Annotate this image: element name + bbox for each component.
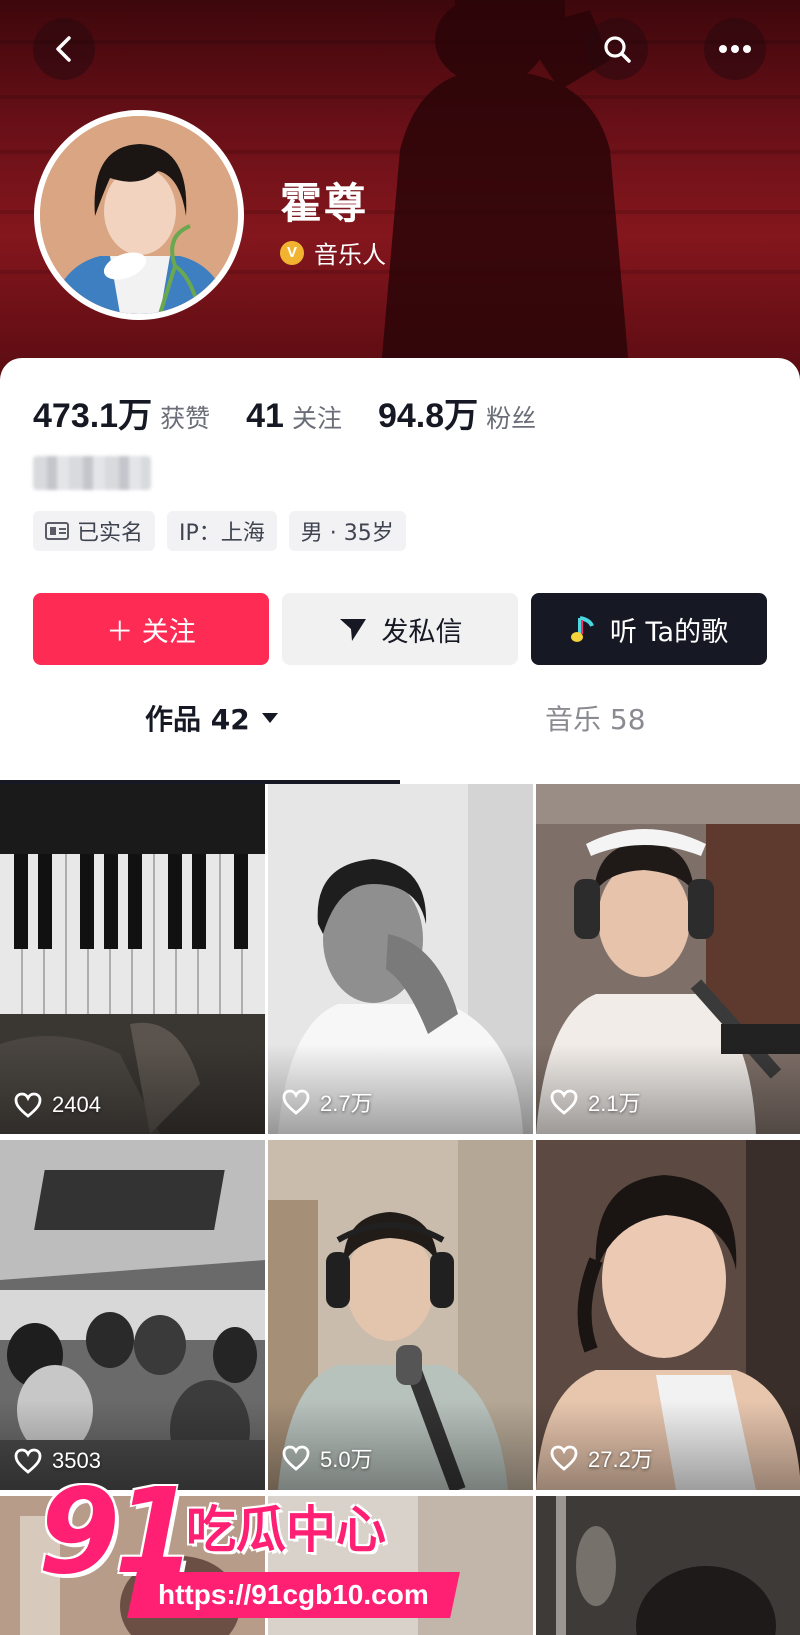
follow-button[interactable]: ＋ 关注 (33, 593, 269, 665)
gender-age-tag: 男 · 35岁 (288, 511, 406, 551)
video-tile[interactable] (536, 1496, 800, 1635)
followers-label[interactable]: 粉丝 (486, 399, 536, 435)
verified-tag-label: 已实名 (77, 521, 144, 546)
like-count-label: 2404 (52, 1092, 101, 1117)
verified-v-icon: V (280, 240, 304, 265)
following-label[interactable]: 关注 (292, 399, 342, 435)
video-thumbnail (536, 1496, 800, 1635)
video-tile[interactable]: 2404 (0, 784, 265, 1134)
verified-tag: 已实名 (33, 511, 156, 551)
bio-blurred (33, 456, 151, 490)
heart-icon (550, 1445, 578, 1471)
following-count[interactable]: 41 (246, 397, 284, 436)
like-count: 2.7万 (282, 1086, 373, 1118)
search-icon (604, 36, 631, 63)
watermark-text: 吃瓜中心 (186, 1501, 386, 1559)
like-count-label: 2.1万 (588, 1091, 641, 1116)
like-count: 2.1万 (550, 1086, 641, 1118)
like-count: 2404 (14, 1092, 101, 1118)
video-tile[interactable]: 5.0万 (268, 1140, 533, 1490)
profile-header: 霍尊 V 音乐人 (0, 0, 800, 380)
like-count-label: 27.2万 (588, 1447, 653, 1472)
search-button[interactable] (586, 18, 648, 80)
send-icon (338, 615, 368, 643)
watermark-url-label: https://91cgb10.com (158, 1579, 429, 1610)
video-tile[interactable]: 3503 (0, 1140, 265, 1490)
avatar[interactable] (34, 110, 244, 320)
like-count: 27.2万 (550, 1442, 653, 1474)
tab-music[interactable]: 音乐 58 (545, 683, 646, 753)
follow-button-label: ＋ 关注 (106, 616, 196, 648)
music-note-icon (570, 614, 596, 644)
tab-music-label: 音乐 58 (545, 703, 646, 736)
verification-row: V 音乐人 (280, 235, 386, 270)
heart-icon (14, 1092, 42, 1118)
profile-tags: 已实名 IP：上海 男 · 35岁 (33, 511, 418, 551)
likes-count: 473.1万 (33, 397, 153, 435)
stats-row: 473.1万 获赞 41 关注 94.8万 粉丝 (33, 388, 572, 437)
followers-count[interactable]: 94.8万 (378, 388, 478, 437)
video-tile[interactable]: 27.2万 (536, 1140, 800, 1490)
verification-label: 音乐人 (314, 241, 386, 269)
site-watermark: 91 吃瓜中心 https://91cgb10.com (38, 1462, 460, 1627)
video-tile[interactable]: 2.7万 (268, 784, 533, 1134)
tile-shade (0, 1044, 265, 1134)
message-button-label: 发私信 (381, 616, 463, 648)
listen-songs-label: 听 Ta的歌 (609, 616, 729, 648)
tab-works[interactable]: 作品 42 (145, 683, 278, 753)
profile-name: 霍尊 (280, 179, 369, 228)
caret-down-icon (261, 713, 278, 723)
gender-age-label: 男 · 35岁 (300, 521, 394, 546)
more-icon (719, 45, 751, 53)
heart-icon (550, 1089, 578, 1115)
back-icon (56, 36, 71, 62)
more-button[interactable] (704, 18, 766, 80)
ip-tag-label: IP：上海 (179, 521, 265, 546)
watermark-url: https://91cgb10.com (127, 1572, 460, 1618)
avatar-portrait (40, 116, 238, 314)
listen-songs-button[interactable]: 听 Ta的歌 (531, 593, 767, 665)
likes-label: 获赞 (160, 404, 211, 433)
action-buttons: ＋ 关注 发私信 听 Ta的歌 (33, 593, 767, 665)
ip-tag: IP：上海 (167, 511, 277, 551)
heart-icon (282, 1089, 310, 1115)
like-count-label: 2.7万 (320, 1091, 373, 1116)
tab-works-label: 作品 42 (145, 703, 250, 736)
id-card-icon (45, 522, 69, 540)
back-button[interactable] (33, 18, 95, 80)
video-tile[interactable]: 2.1万 (536, 784, 800, 1134)
content-tabs: 作品 42 音乐 58 (0, 683, 800, 753)
message-button[interactable]: 发私信 (282, 593, 518, 665)
